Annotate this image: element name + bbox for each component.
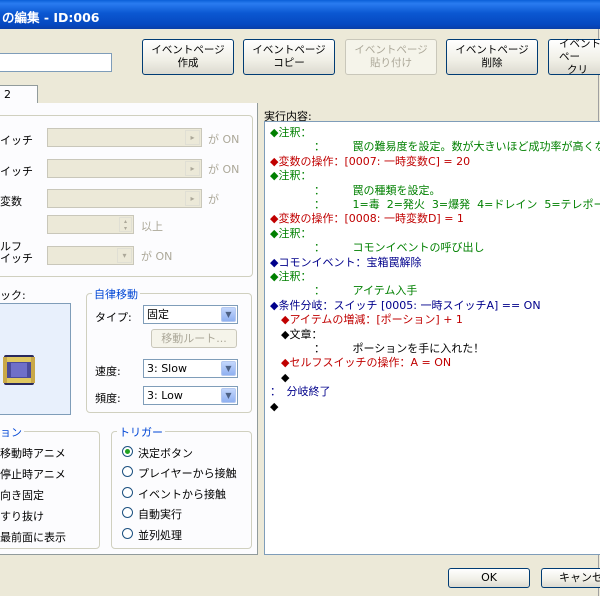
variable-suffix: が: [208, 193, 219, 206]
new-page-label-line2: 作成: [177, 57, 199, 69]
variable-combo[interactable]: ▸: [47, 189, 202, 208]
title-bar[interactable]: の編集 - ID:006: [0, 0, 600, 29]
option-through[interactable]: すり抜け: [0, 508, 44, 524]
tab-label: 2: [4, 88, 11, 101]
new-event-page-button[interactable]: イベントページ 作成: [142, 39, 234, 75]
command-line[interactable]: ： 罠の難易度を設定。数が大きいほど成功率が高くなる。: [270, 140, 600, 154]
command-line[interactable]: ◆アイテムの増減：[ポーション] + 1: [270, 313, 463, 327]
autonomous-title: 自律移動: [92, 286, 140, 302]
clear-page-label-line2: クリ: [567, 63, 588, 76]
self-switch-label: ルフ イッチ: [0, 240, 33, 265]
command-line[interactable]: ◆注釈：: [270, 270, 311, 284]
move-type-label: タイプ:: [95, 311, 132, 324]
command-line[interactable]: ◆: [270, 400, 278, 414]
trigger-action-radio[interactable]: [122, 446, 133, 457]
tab-page-2[interactable]: 2: [0, 85, 38, 104]
variable-value-field[interactable]: ▴ ▾: [47, 215, 134, 234]
command-line[interactable]: ： コモンイベントの呼び出し: [270, 241, 485, 255]
command-line[interactable]: ◆: [270, 371, 289, 385]
move-type-select[interactable]: 固定 ▼: [143, 305, 238, 324]
paste-page-label-line2: 貼り付け: [370, 57, 412, 69]
paste-event-page-button[interactable]: イベントページ 貼り付け: [345, 39, 437, 75]
switch1-combo[interactable]: ▸: [47, 128, 202, 147]
clear-page-label-line1: イベントペー: [559, 37, 600, 63]
switch1-suffix: が ON: [208, 133, 240, 146]
command-line[interactable]: ◆条件分岐：スイッチ [0005: 一時スイッチA] == ON: [270, 299, 541, 313]
variable-browse-icon: ▸: [185, 191, 200, 206]
graphic-label: ック:: [0, 289, 26, 302]
copy-page-label-line2: コピー: [273, 57, 305, 69]
trigger-autorun-radio[interactable]: [122, 507, 133, 518]
switch2-label: イッチ: [0, 165, 33, 178]
trigger-action-label: 決定ボタン: [138, 447, 193, 460]
trigger-parallel-label: 並列処理: [138, 529, 182, 542]
command-line[interactable]: ： 罠の種類を設定。: [270, 184, 441, 198]
command-line[interactable]: ◆セルフスイッチの操作：A = ON: [270, 356, 451, 370]
command-line[interactable]: ： 分岐終了: [270, 385, 331, 399]
options-title: ョン: [0, 424, 24, 440]
event-name-input[interactable]: [0, 53, 112, 72]
trigger-player-touch-label: プレイヤーから接触: [138, 467, 237, 480]
command-line[interactable]: ◆文章：: [270, 328, 322, 342]
move-type-chevron-icon: ▼: [221, 307, 236, 322]
frequency-chevron-icon: ▼: [221, 388, 236, 403]
switch2-browse-icon: ▸: [185, 161, 200, 176]
move-route-button[interactable]: 移動ルート...: [151, 329, 237, 348]
trigger-event-touch-label: イベントから接触: [138, 488, 226, 501]
switch2-combo[interactable]: ▸: [47, 159, 202, 178]
frequency-label: 頻度:: [95, 392, 121, 405]
command-line[interactable]: ◆変数の操作：[0007: 一時変数C] = 20: [270, 155, 470, 169]
paste-page-label-line1: イベントページ: [354, 44, 428, 56]
variable-label: 変数: [0, 195, 22, 208]
trigger-title: トリガー: [117, 424, 165, 440]
event-graphic[interactable]: [0, 303, 71, 415]
command-line[interactable]: ◆注釈：: [270, 126, 311, 140]
speed-label: 速度:: [95, 365, 121, 378]
variable-spin-icon: ▴ ▾: [119, 217, 132, 232]
switch1-label: イッチ: [0, 134, 33, 147]
command-line[interactable]: ： 1=毒 2=発火 3=爆発 4=ドレイン 5=テレポータ: [270, 198, 600, 212]
speed-chevron-icon: ▼: [221, 361, 236, 376]
speed-select[interactable]: 3: Slow ▼: [143, 359, 238, 378]
frequency-select[interactable]: 3: Low ▼: [143, 386, 238, 405]
window-title: の編集 - ID:006: [2, 10, 100, 25]
command-line[interactable]: ： アイテム入手: [270, 284, 417, 298]
trigger-autorun-label: 自動実行: [138, 508, 182, 521]
ok-button[interactable]: OK: [448, 568, 530, 588]
switch1-browse-icon: ▸: [185, 130, 200, 145]
option-direction-fix[interactable]: 向き固定: [0, 487, 44, 503]
command-line[interactable]: ◆注釈：: [270, 169, 311, 183]
copy-event-page-button[interactable]: イベントページ コピー: [243, 39, 335, 75]
trigger-parallel-radio[interactable]: [122, 528, 133, 539]
trigger-player-touch-radio[interactable]: [122, 466, 133, 477]
cancel-button[interactable]: キャンセ: [541, 568, 600, 588]
switch2-suffix: が ON: [208, 163, 240, 176]
command-line[interactable]: ◆コモンイベント：宝箱罠解除: [270, 256, 421, 270]
new-page-label-line1: イベントページ: [151, 44, 225, 56]
option-always-on-top[interactable]: 最前面に表示: [0, 529, 66, 545]
option-step-anime[interactable]: 停止時アニメ: [0, 466, 66, 482]
treasure-chest-icon: [3, 355, 35, 385]
delete-page-label-line1: イベントページ: [455, 44, 529, 56]
self-switch-suffix: が ON: [141, 250, 173, 263]
delete-page-label-line2: 削除: [481, 57, 503, 69]
variable-value-suffix: 以上: [141, 220, 163, 233]
command-line[interactable]: ： ポーションを手に入れた！: [270, 342, 484, 356]
option-walk-anime[interactable]: 移動時アニメ: [0, 445, 66, 461]
delete-event-page-button[interactable]: イベントページ 削除: [446, 39, 538, 75]
self-switch-combo[interactable]: ▾: [47, 246, 134, 265]
self-switch-chevron-icon: ▾: [117, 248, 132, 263]
copy-page-label-line1: イベントページ: [252, 44, 326, 56]
clear-event-page-button[interactable]: イベントペー クリ: [548, 37, 600, 76]
event-command-list[interactable]: ◆注釈： ： 罠の難易度を設定。数が大きいほど成功率が高くなる。 ◆変数の操作：[…: [264, 121, 600, 555]
trigger-event-touch-radio[interactable]: [122, 487, 133, 498]
command-line[interactable]: ◆注釈：: [270, 227, 311, 241]
command-line[interactable]: ◆変数の操作：[0008: 一時変数D] = 1: [270, 212, 464, 226]
